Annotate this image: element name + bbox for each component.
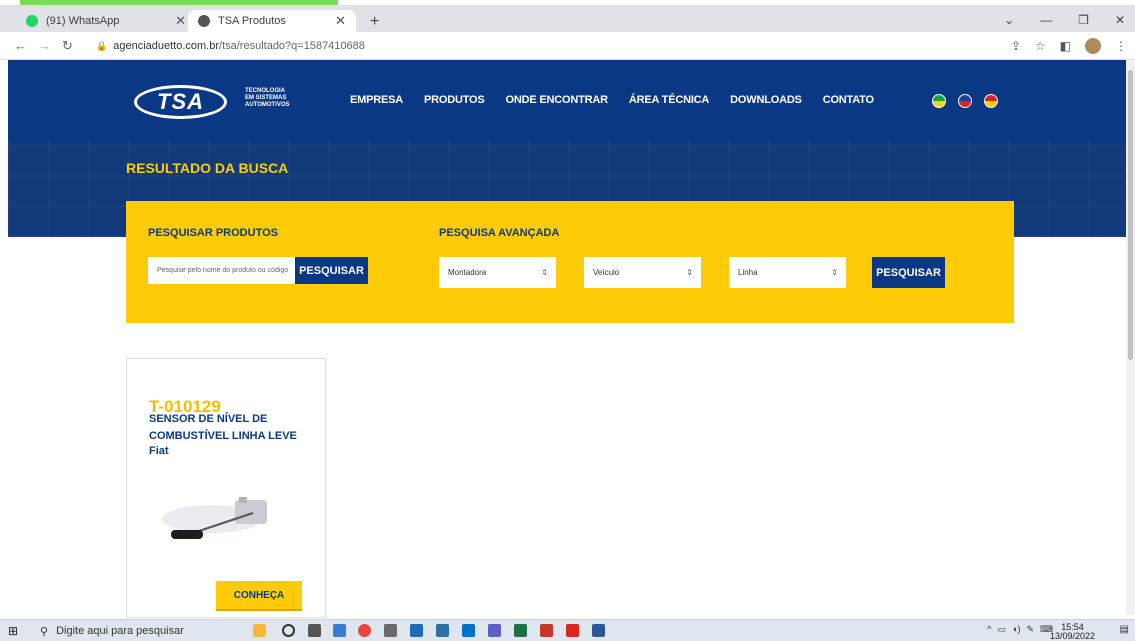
nav-produtos[interactable]: PRODUTOS <box>424 94 485 106</box>
toolbar-right: ⇪ ☆ ◧ ⋮ <box>1011 38 1127 54</box>
widget-icon[interactable] <box>253 624 266 637</box>
reload-icon[interactable]: ↻ <box>62 38 73 54</box>
nav-contato[interactable]: CONTATO <box>823 94 874 106</box>
product-card[interactable]: T-010129 SENSOR DE NÍVEL DE COMBUSTÍVEL … <box>126 358 326 618</box>
select-value: Montadora <box>448 268 487 277</box>
url-host: agenciaduetto.com.br <box>113 40 220 52</box>
whatsapp-icon <box>26 15 38 27</box>
tab-label: (91) WhatsApp <box>46 15 120 27</box>
tagline-line: TECNOLOGIA <box>245 88 285 94</box>
back-icon[interactable]: ← <box>14 38 27 53</box>
clock-date: 13/09/2022 <box>1049 631 1095 641</box>
minimize-icon[interactable]: — <box>1040 13 1052 27</box>
acrobat-icon[interactable] <box>566 624 579 637</box>
page-title: RESULTADO DA BUSCA <box>126 160 289 176</box>
url-field[interactable]: 🔒 agenciaduetto.com.br /tsa/resultado?q=… <box>88 36 1003 56</box>
select-arrow-icon: ⇕ <box>686 268 693 277</box>
side-panel-icon[interactable]: ◧ <box>1060 39 1071 53</box>
cortana-icon[interactable] <box>282 624 295 637</box>
url-path: /tsa/resultado?q=1587410688 <box>219 40 365 52</box>
tab-label: TSA Produtos <box>218 15 286 27</box>
word-icon[interactable] <box>592 624 605 637</box>
notification-icon[interactable]: ▤ <box>1120 624 1129 635</box>
close-tab-icon[interactable]: ✕ <box>335 13 346 29</box>
tab-tsa-produtos[interactable]: TSA Produtos ✕ <box>188 10 356 32</box>
product-brand: Fiat <box>149 445 169 457</box>
menu-kebab-icon[interactable]: ⋮ <box>1115 39 1127 53</box>
taskbar-search[interactable]: ⚲ Digite aqui para pesquisar <box>30 620 272 641</box>
taskbar-search-placeholder: Digite aqui para pesquisar <box>56 625 184 637</box>
flag-brazil-icon[interactable] <box>932 94 946 108</box>
advanced-search-button[interactable]: PESQUISAR <box>872 257 945 288</box>
select-arrow-icon: ⇕ <box>541 268 548 277</box>
tsa-logo[interactable]: TSA <box>134 85 227 119</box>
tab-search-icon[interactable]: ⌄ <box>1004 13 1014 27</box>
search-icon: ⚲ <box>40 625 49 638</box>
app-icon[interactable] <box>540 624 553 637</box>
flag-usa-icon[interactable] <box>958 94 972 108</box>
flag-spain-icon[interactable] <box>984 94 998 108</box>
file-explorer-icon[interactable] <box>333 624 346 637</box>
browser-tab-strip: (91) WhatsApp ✕ TSA Produtos ✕ + ⌄ — ❐ ✕ <box>0 5 1135 32</box>
close-tab-icon[interactable]: ✕ <box>175 13 186 29</box>
teams-icon[interactable] <box>488 624 501 637</box>
window-controls: ⌄ — ❐ ✕ <box>1004 13 1125 27</box>
profile-avatar[interactable] <box>1085 38 1101 54</box>
search-button[interactable]: PESQUISAR <box>295 257 368 284</box>
tab-whatsapp[interactable]: (91) WhatsApp ✕ <box>16 10 196 32</box>
select-linha[interactable]: Linha ⇕ <box>729 257 846 288</box>
tagline-line: EM SISTEMAS <box>245 95 287 101</box>
app-icon[interactable] <box>410 624 423 637</box>
select-veiculo[interactable]: Veículo ⇕ <box>584 257 701 288</box>
select-value: Linha <box>738 268 758 277</box>
app-icon[interactable] <box>384 624 397 637</box>
select-arrow-icon: ⇕ <box>831 268 838 277</box>
select-value: Veículo <box>593 268 620 277</box>
calculator-icon[interactable] <box>436 624 449 637</box>
advanced-search-label: PESQUISA AVANÇADA <box>439 227 560 239</box>
battery-icon[interactable]: ▭ <box>998 624 1007 635</box>
select-montadora[interactable]: Montadora ⇕ <box>439 257 556 288</box>
site-favicon-icon <box>198 15 210 27</box>
product-search-input[interactable]: Pesquise pelo nome do produto ou código <box>148 257 318 284</box>
screen: (91) WhatsApp ✕ TSA Produtos ✕ + ⌄ — ❐ ✕… <box>0 0 1135 641</box>
nav-area-tecnica[interactable]: ÁREA TÉCNICA <box>629 94 710 106</box>
new-tab-icon[interactable]: + <box>370 13 379 31</box>
windows-taskbar: ⊞ ⚲ Digite aqui para pesquisar ^ ▭ ◖) ✎ … <box>0 619 1135 641</box>
volume-icon[interactable]: ◖) <box>1012 624 1020 635</box>
lock-icon[interactable]: 🔒 <box>96 41 107 52</box>
excel-icon[interactable] <box>514 624 527 637</box>
bookmark-star-icon[interactable]: ☆ <box>1035 39 1046 53</box>
main-nav: EMPRESA PRODUTOS ONDE ENCONTRAR ÁREA TÉC… <box>350 94 895 106</box>
nav-onde-encontrar[interactable]: ONDE ENCONTRAR <box>506 94 609 106</box>
logo-tagline: TECNOLOGIA EM SISTEMAS AUTOMOTIVOS <box>245 88 305 109</box>
share-icon[interactable]: ⇪ <box>1011 39 1021 53</box>
windows-start-icon[interactable]: ⊞ <box>8 624 18 638</box>
outlook-icon[interactable] <box>462 624 475 637</box>
task-view-icon[interactable] <box>308 624 321 637</box>
close-window-icon[interactable]: ✕ <box>1115 13 1125 27</box>
tray-chevron-icon[interactable]: ^ <box>987 624 991 635</box>
nav-empresa[interactable]: EMPRESA <box>350 94 403 106</box>
scrollbar-thumb[interactable] <box>1128 70 1133 360</box>
system-tray: ^ ▭ ◖) ✎ ⌨ <box>987 624 1053 635</box>
address-bar-row: ← → ↻ 🔒 agenciaduetto.com.br /tsa/result… <box>0 32 1135 60</box>
forward-icon[interactable]: → <box>38 38 51 53</box>
product-image <box>162 497 267 539</box>
chrome-icon[interactable] <box>358 624 371 637</box>
nav-downloads[interactable]: DOWNLOADS <box>730 94 802 106</box>
pen-icon[interactable]: ✎ <box>1026 624 1034 635</box>
product-name: SENSOR DE NÍVEL DE COMBUSTÍVEL LINHA LEV… <box>149 413 297 442</box>
clock[interactable]: 15:54 13/09/2022 <box>1050 623 1095 641</box>
know-more-button[interactable]: CONHEÇA <box>216 581 302 611</box>
search-panel: PESQUISAR PRODUTOS Pesquise pelo nome do… <box>126 201 1014 323</box>
maximize-icon[interactable]: ❐ <box>1078 13 1089 27</box>
search-products-label: PESQUISAR PRODUTOS <box>148 227 278 239</box>
tagline-line: AUTOMOTIVOS <box>245 102 290 108</box>
